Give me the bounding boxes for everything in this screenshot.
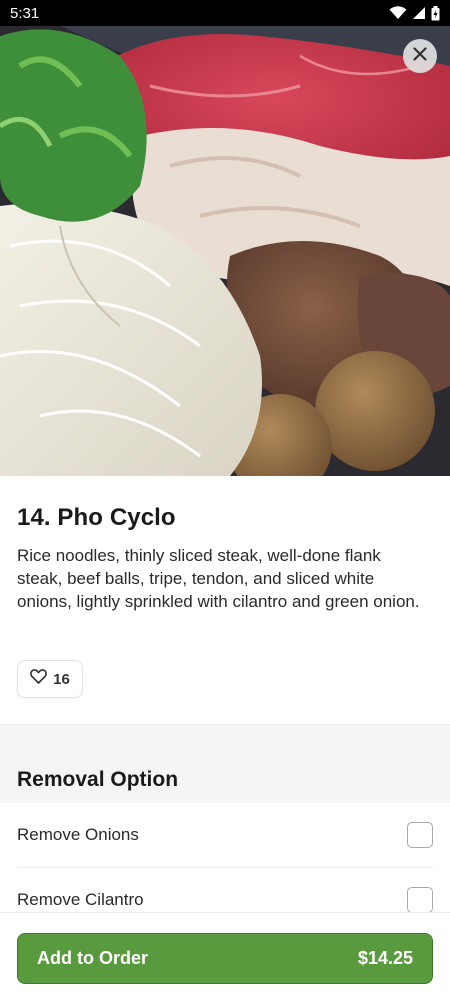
option-label: Remove Cilantro (17, 890, 144, 909)
close-icon (413, 46, 427, 66)
item-info: 14. Pho Cyclo Rice noodles, thinly slice… (0, 476, 450, 724)
heart-icon (30, 669, 48, 689)
battery-icon (431, 5, 440, 21)
option-remove-onions[interactable]: Remove Onions (17, 803, 433, 868)
order-price: $14.25 (357, 948, 413, 968)
removal-option-title: Removal Option (17, 768, 179, 791)
add-to-order-button[interactable]: Add to Order $14.25 (17, 933, 433, 984)
status-icons (389, 5, 440, 21)
item-title: 14. Pho Cyclo (17, 504, 176, 531)
close-button[interactable] (403, 39, 437, 73)
status-time: 5:31 (10, 4, 40, 22)
item-description: Rice noodles, thinly sliced steak, well-… (17, 546, 420, 611)
status-bar: 5:31 (0, 0, 450, 26)
option-label: Remove Onions (17, 825, 139, 844)
add-to-order-label: Add to Order (37, 948, 148, 968)
like-button[interactable]: 16 (17, 660, 83, 698)
wifi-icon (389, 6, 407, 20)
section-separator (0, 724, 450, 804)
item-photo (0, 26, 450, 476)
signal-icon (412, 6, 426, 20)
bottom-action-bar: Add to Order $14.25 (0, 912, 450, 1000)
remove-cilantro-checkbox[interactable] (407, 887, 433, 913)
remove-onions-checkbox[interactable] (407, 822, 433, 848)
like-count: 16 (53, 670, 70, 688)
item-detail-screen: 5:31 14. Pho Cyclo Rice noodles, thinly … (0, 0, 450, 1000)
